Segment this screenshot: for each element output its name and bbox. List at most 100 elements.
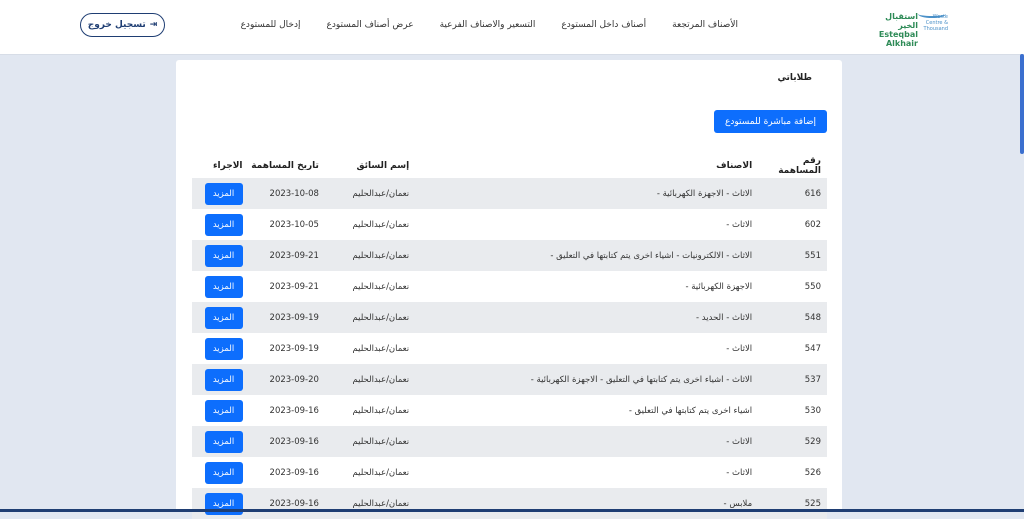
cell-items: الاثاث - (726, 467, 753, 478)
more-button[interactable]: المزيد (204, 399, 243, 422)
table-row: 551 الاثاث - الالكترونيات - اشياء اخرى يت… (192, 240, 827, 271)
cell-contribution-date: 2023-10-05 (269, 219, 319, 230)
cell-contribution-number: 548 (758, 302, 827, 333)
cell-items: الاثاث - (415, 426, 759, 457)
cell-action: المزيد (192, 457, 245, 488)
cell-driver-name: نعمان/عبدالحليم (352, 281, 410, 292)
table-row: 548 الاثاث - الحديد - نعمان/عبدالحليم 2023-… (192, 302, 827, 333)
nav-pricing-subitems[interactable]: التسعير والاصناف الفرعية (440, 20, 536, 30)
cell-contribution-date: 2023-09-19 (244, 302, 325, 333)
scrollbar[interactable] (1020, 54, 1024, 154)
cell-action: المزيد (192, 364, 245, 395)
cell-items: اشياء اخرى يتم كتابتها في التعليق - (628, 405, 753, 416)
more-button[interactable]: المزيد (204, 461, 243, 484)
more-button[interactable]: المزيد (204, 213, 243, 236)
cell-contribution-date: 2023-09-19 (269, 343, 319, 354)
cell-contribution-date: 2023-10-08 (244, 178, 325, 209)
cell-action: المزيد (192, 395, 245, 426)
cell-action: المزيد (192, 271, 245, 302)
cell-action: المزيد (192, 209, 245, 240)
table-row: 537 الاثاث - اشياء اخرى يتم كتابتها في ال… (192, 364, 827, 395)
cell-contribution-date: 2023-09-16 (244, 426, 325, 457)
cell-driver-name: نعمان/عبدالحليم (324, 488, 416, 519)
more-button[interactable]: المزيد (204, 244, 243, 267)
more-button[interactable]: المزيد (204, 430, 243, 453)
main-nav: إدخال للمستودع عرض أصناف المستودع التسعي… (241, 20, 738, 30)
logout-button[interactable]: ⇥ تسجيل خروج (80, 13, 165, 37)
table-row: 530 اشياء اخرى يتم كتابتها في التعليق - نع… (192, 395, 827, 426)
cell-driver-name: نعمان/عبدالحليم (352, 343, 410, 354)
header-contribution-date: تاريخ المساهمة (251, 161, 319, 171)
cell-contribution-date: 2023-09-16 (244, 488, 325, 519)
cell-contribution-date: 2023-09-16 (269, 467, 319, 478)
cell-contribution-number: 551 (758, 240, 827, 271)
cell-items: الاثاث - (726, 219, 753, 230)
cell-items: الاثاث - اشياء اخرى يتم كتابتها في التعل… (415, 364, 759, 395)
cell-items: الاجهزة الكهربائية - (685, 281, 753, 292)
table-row: 547 الاثاث - نعمان/عبدالحليم 2023-09-19 المز… (192, 333, 827, 364)
cell-driver-name: نعمان/عبدالحليم (352, 405, 410, 416)
cell-driver-name: نعمان/عبدالحليم (324, 364, 416, 395)
more-button[interactable]: المزيد (204, 275, 243, 298)
cell-items: الاثاث - الاجهزة الكهربائية - (415, 178, 759, 209)
more-button[interactable]: المزيد (204, 337, 243, 360)
cell-contribution-date: 2023-09-16 (269, 405, 319, 416)
table-row: 526 الاثاث - نعمان/عبدالحليم 2023-09-16 المز… (192, 457, 827, 488)
nav-warehouse-entry[interactable]: إدخال للمستودع (241, 20, 301, 30)
cell-driver-name: نعمان/عبدالحليم (352, 219, 410, 230)
cell-items: ملابس - (415, 488, 759, 519)
cell-action: المزيد (192, 240, 245, 271)
cell-action: المزيد (192, 302, 245, 333)
table-header-row: رقم المساهمة الاصناف إسم السائق تاريخ ال… (192, 154, 827, 178)
cell-action: المزيد (192, 178, 245, 209)
cell-contribution-number: 526 (804, 467, 821, 478)
more-button[interactable]: المزيد (204, 306, 243, 329)
cell-contribution-date: 2023-09-20 (244, 364, 325, 395)
header-contribution-number: رقم المساهمة (778, 156, 821, 176)
cell-action: المزيد (192, 426, 245, 457)
logo-subtext: Waste Centre & Thousand (923, 14, 948, 32)
cell-contribution-date: 2023-09-21 (269, 281, 319, 292)
cell-driver-name: نعمان/عبدالحليم (324, 302, 416, 333)
contributions-table: رقم المساهمة الاصناف إسم السائق تاريخ ال… (192, 154, 827, 519)
table-row: 529 الاثاث - نعمان/عبدالحليم 2023-09-16 المز… (192, 426, 827, 457)
cell-contribution-date: 2023-09-21 (244, 240, 325, 271)
cell-driver-name: نعمان/عبدالحليم (324, 240, 416, 271)
sign-out-icon: ⇥ (149, 20, 158, 30)
table-row: 616 الاثاث - الاجهزة الكهربائية - نعمان/عب… (192, 178, 827, 209)
page-title: طلاباتي (777, 73, 812, 83)
cell-driver-name: نعمان/عبدالحليم (324, 178, 416, 209)
header-driver-name: إسم السائق (356, 161, 410, 171)
top-navbar: استقبال الخير Esteqbal Alkhair Waste Cen… (0, 0, 1024, 55)
nav-items-in-warehouse[interactable]: أصناف داخل المستودع (561, 20, 646, 30)
header-items: الاصناف (716, 161, 753, 171)
cell-contribution-number: 547 (804, 343, 821, 354)
cell-items: الاثاث - الالكترونيات - اشياء اخرى يتم ك… (415, 240, 759, 271)
nav-view-warehouse-items[interactable]: عرض أصناف المستودع (326, 20, 413, 30)
more-button[interactable]: المزيد (204, 182, 243, 205)
cell-contribution-number: 616 (758, 178, 827, 209)
cell-driver-name: نعمان/عبدالحليم (324, 426, 416, 457)
logout-label: تسجيل خروج (87, 20, 146, 30)
cell-items: الاثاث - (726, 343, 753, 354)
cell-contribution-number: 550 (804, 281, 821, 292)
cell-driver-name: نعمان/عبدالحليم (352, 467, 410, 478)
cell-action: المزيد (192, 488, 245, 519)
cell-contribution-number: 525 (758, 488, 827, 519)
header-action: الاجراء (212, 161, 243, 171)
cell-contribution-number: 529 (758, 426, 827, 457)
cell-action: المزيد (192, 333, 245, 364)
table-row: 525 ملابس - نعمان/عبدالحليم 2023-09-16 المزي… (192, 488, 827, 519)
cell-contribution-number: 602 (804, 219, 821, 230)
nav-returned-items[interactable]: الأصناف المرتجعة (672, 20, 738, 30)
table-row: 602 الاثاث - نعمان/عبدالحليم 2023-10-05 المز… (192, 209, 827, 240)
table-row: 550 الاجهزة الكهربائية - نعمان/عبدالحليم 20… (192, 271, 827, 302)
brand-logo[interactable]: استقبال الخير Esteqbal Alkhair Waste Cen… (868, 12, 948, 48)
contributions-card: طلاباتي إضافة مباشرة للمستودع رقم المساه… (176, 60, 842, 519)
more-button[interactable]: المزيد (204, 368, 243, 391)
cell-items: الاثاث - الحديد - (415, 302, 759, 333)
logo-text: استقبال الخير Esteqbal Alkhair (878, 12, 918, 48)
add-direct-to-warehouse-button[interactable]: إضافة مباشرة للمستودع (714, 110, 827, 133)
cell-contribution-number: 537 (758, 364, 827, 395)
cell-contribution-number: 530 (804, 405, 821, 416)
